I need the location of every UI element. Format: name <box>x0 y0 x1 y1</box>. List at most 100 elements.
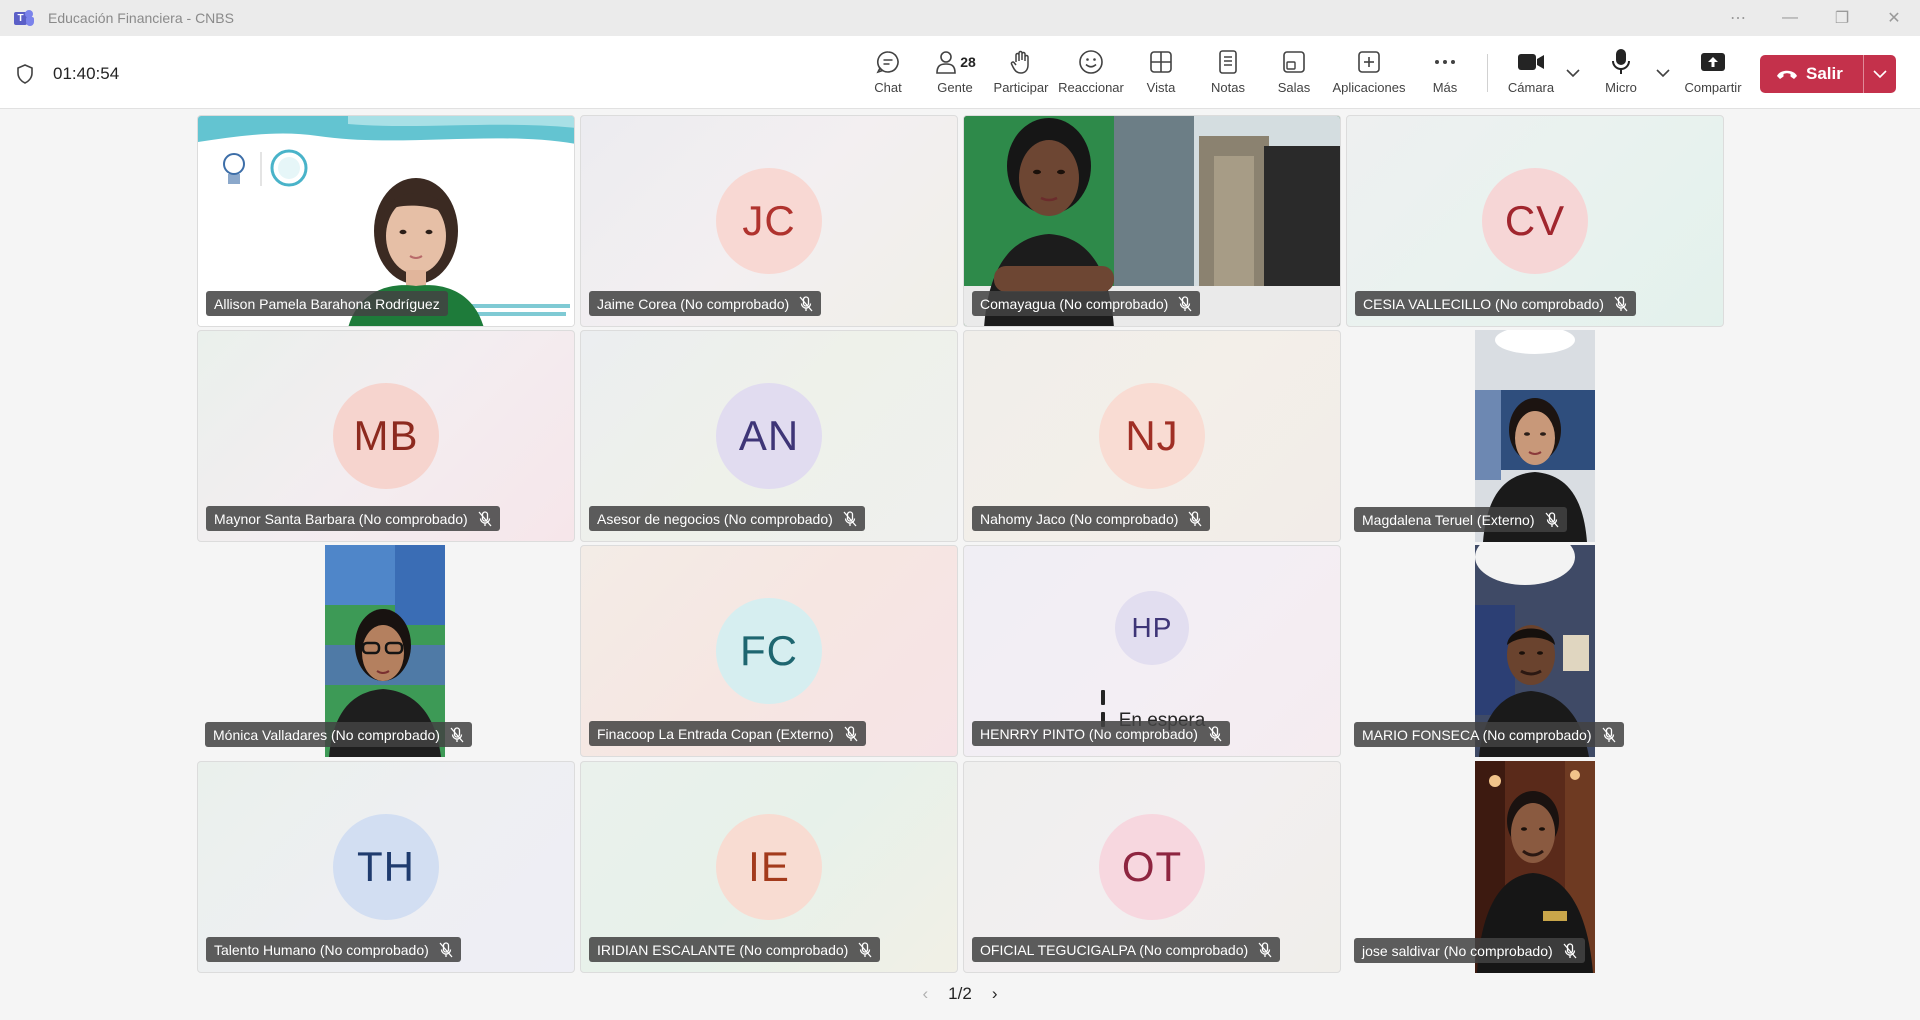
window-more-icon[interactable]: ⋯ <box>1712 0 1764 36</box>
react-button[interactable]: Reaccionar <box>1056 48 1126 95</box>
leave-button[interactable]: Salir <box>1760 55 1896 93</box>
participant-tile[interactable]: MARIO FONSECA (No comprobado) <box>1346 545 1724 757</box>
share-screen-icon <box>1700 48 1726 76</box>
participant-name: Comayagua (No comprobado) <box>972 291 1201 316</box>
participant-name: Finacoop La Entrada Copan (Externo) <box>589 721 866 746</box>
mic-off-icon <box>1545 511 1559 527</box>
close-window-button[interactable]: ✕ <box>1868 0 1920 36</box>
participant-name: Magdalena Teruel (Externo) <box>1354 507 1567 532</box>
participant-tile[interactable]: Comayagua (No comprobado) <box>963 115 1341 327</box>
participant-name: Talento Humano (No comprobado) <box>206 937 461 962</box>
participant-tile[interactable]: FC Finacoop La Entrada Copan (Externo) <box>580 545 958 757</box>
mic-off-icon <box>478 510 492 526</box>
avatar: NJ <box>1099 383 1205 489</box>
rooms-button[interactable]: Salas <box>1259 48 1329 95</box>
mic-off-icon <box>1178 295 1192 311</box>
people-icon <box>936 51 957 74</box>
mic-off-icon <box>1614 295 1628 311</box>
view-button[interactable]: Vista <box>1126 48 1196 95</box>
pause-icon <box>1099 689 1111 727</box>
microphone-icon <box>1610 48 1632 76</box>
avatar: MB <box>333 383 439 489</box>
participant-tile[interactable]: HP En espera HENRRY PINTO (No comprobado… <box>963 545 1341 757</box>
toolbar-divider <box>1487 54 1488 92</box>
participant-tile[interactable]: jose saldivar (No comprobado) <box>1346 761 1724 973</box>
chat-icon <box>875 48 901 76</box>
hand-icon <box>1009 48 1033 76</box>
avatar: IE <box>716 814 822 920</box>
meeting-toolbar: 01:40:54 Chat 28 Gente Participar Reacci… <box>0 36 1920 109</box>
mic-off-icon <box>858 941 872 957</box>
participant-tile[interactable]: Allison Pamela Barahona Rodríguez <box>197 115 575 327</box>
rooms-icon <box>1282 48 1306 76</box>
camera-button[interactable]: Cámara <box>1496 48 1566 95</box>
participant-name: IRIDIAN ESCALANTE (No comprobado) <box>589 937 881 962</box>
mic-off-icon <box>1258 941 1272 957</box>
raise-hand-button[interactable]: Participar <box>986 48 1056 95</box>
participant-tile[interactable]: IE IRIDIAN ESCALANTE (No comprobado) <box>580 761 958 973</box>
avatar: JC <box>716 168 822 274</box>
chat-button[interactable]: Chat <box>853 48 923 95</box>
participant-name: CESIA VALLECILLO (No comprobado) <box>1355 291 1636 316</box>
mic-off-icon <box>1602 726 1616 742</box>
page-indicator: 1/2 <box>948 984 972 1003</box>
participant-tile[interactable]: OT OFICIAL TEGUCIGALPA (No comprobado) <box>963 761 1341 973</box>
previous-page-icon[interactable]: ‹ <box>923 984 929 1004</box>
mic-button[interactable]: Micro <box>1586 48 1656 95</box>
mic-options-chevron-icon[interactable] <box>1654 66 1672 80</box>
shield-icon[interactable] <box>16 64 34 84</box>
participant-tile[interactable]: Magdalena Teruel (Externo) <box>1346 330 1724 542</box>
mic-off-icon <box>1208 725 1222 741</box>
participant-tile[interactable]: CV CESIA VALLECILLO (No comprobado) <box>1346 115 1724 327</box>
teams-logo-icon: T <box>14 9 34 27</box>
share-button[interactable]: Compartir <box>1678 48 1748 95</box>
people-count: 28 <box>960 54 976 70</box>
participant-tile[interactable]: AN Asesor de negocios (No comprobado) <box>580 330 958 542</box>
participant-name: Asesor de negocios (No comprobado) <box>589 506 865 531</box>
camera-options-chevron-icon[interactable] <box>1564 66 1582 80</box>
mic-off-icon <box>450 726 464 742</box>
avatar: OT <box>1099 814 1205 920</box>
hang-up-icon <box>1777 70 1797 79</box>
participant-name: HENRRY PINTO (No comprobado) <box>972 721 1230 746</box>
camera-icon <box>1517 48 1545 76</box>
next-page-icon[interactable]: › <box>992 984 998 1004</box>
restore-button[interactable]: ❐ <box>1816 0 1868 36</box>
add-apps-icon <box>1357 48 1381 76</box>
notes-button[interactable]: Notas <box>1193 48 1263 95</box>
grid-view-icon <box>1149 48 1173 76</box>
avatar: HP <box>1115 591 1189 665</box>
participant-name: OFICIAL TEGUCIGALPA (No comprobado) <box>972 937 1281 962</box>
avatar: CV <box>1482 168 1588 274</box>
avatar: AN <box>716 383 822 489</box>
window-title: Educación Financiera - CNBS <box>48 10 234 26</box>
mic-off-icon <box>439 941 453 957</box>
minimize-button[interactable]: — <box>1764 0 1816 36</box>
more-button[interactable]: Más <box>1410 48 1480 95</box>
participant-tile[interactable]: Mónica Valladares (No comprobado) <box>197 545 575 757</box>
mic-off-icon <box>1188 510 1202 526</box>
people-button[interactable]: 28 Gente <box>920 48 990 95</box>
participant-tile[interactable]: JC Jaime Corea (No comprobado) <box>580 115 958 327</box>
meeting-timer: 01:40:54 <box>53 64 120 83</box>
emoji-icon <box>1078 48 1104 76</box>
participant-name: Mónica Valladares (No comprobado) <box>205 722 472 747</box>
participant-name: Allison Pamela Barahona Rodríguez <box>206 291 448 316</box>
participant-name: Maynor Santa Barbara (No comprobado) <box>206 506 500 531</box>
title-bar: T Educación Financiera - CNBS ⋯ — ❐ ✕ <box>0 0 1920 36</box>
participant-tile[interactable]: MB Maynor Santa Barbara (No comprobado) <box>197 330 575 542</box>
participant-name: Nahomy Jaco (No comprobado) <box>972 506 1211 531</box>
mic-off-icon <box>844 725 858 741</box>
mic-off-icon <box>1563 942 1577 958</box>
leave-options-chevron-icon[interactable] <box>1864 55 1896 93</box>
mic-off-icon <box>843 510 857 526</box>
notes-icon <box>1217 48 1239 76</box>
participant-name: Jaime Corea (No comprobado) <box>589 291 822 316</box>
more-dots-icon <box>1433 48 1457 76</box>
participant-tile[interactable]: NJ Nahomy Jaco (No comprobado) <box>963 330 1341 542</box>
participant-name: jose saldivar (No comprobado) <box>1354 938 1585 963</box>
apps-button[interactable]: Aplicaciones <box>1333 48 1406 95</box>
avatar: FC <box>716 598 822 704</box>
participant-tile[interactable]: TH Talento Humano (No comprobado) <box>197 761 575 973</box>
mic-off-icon <box>799 295 813 311</box>
